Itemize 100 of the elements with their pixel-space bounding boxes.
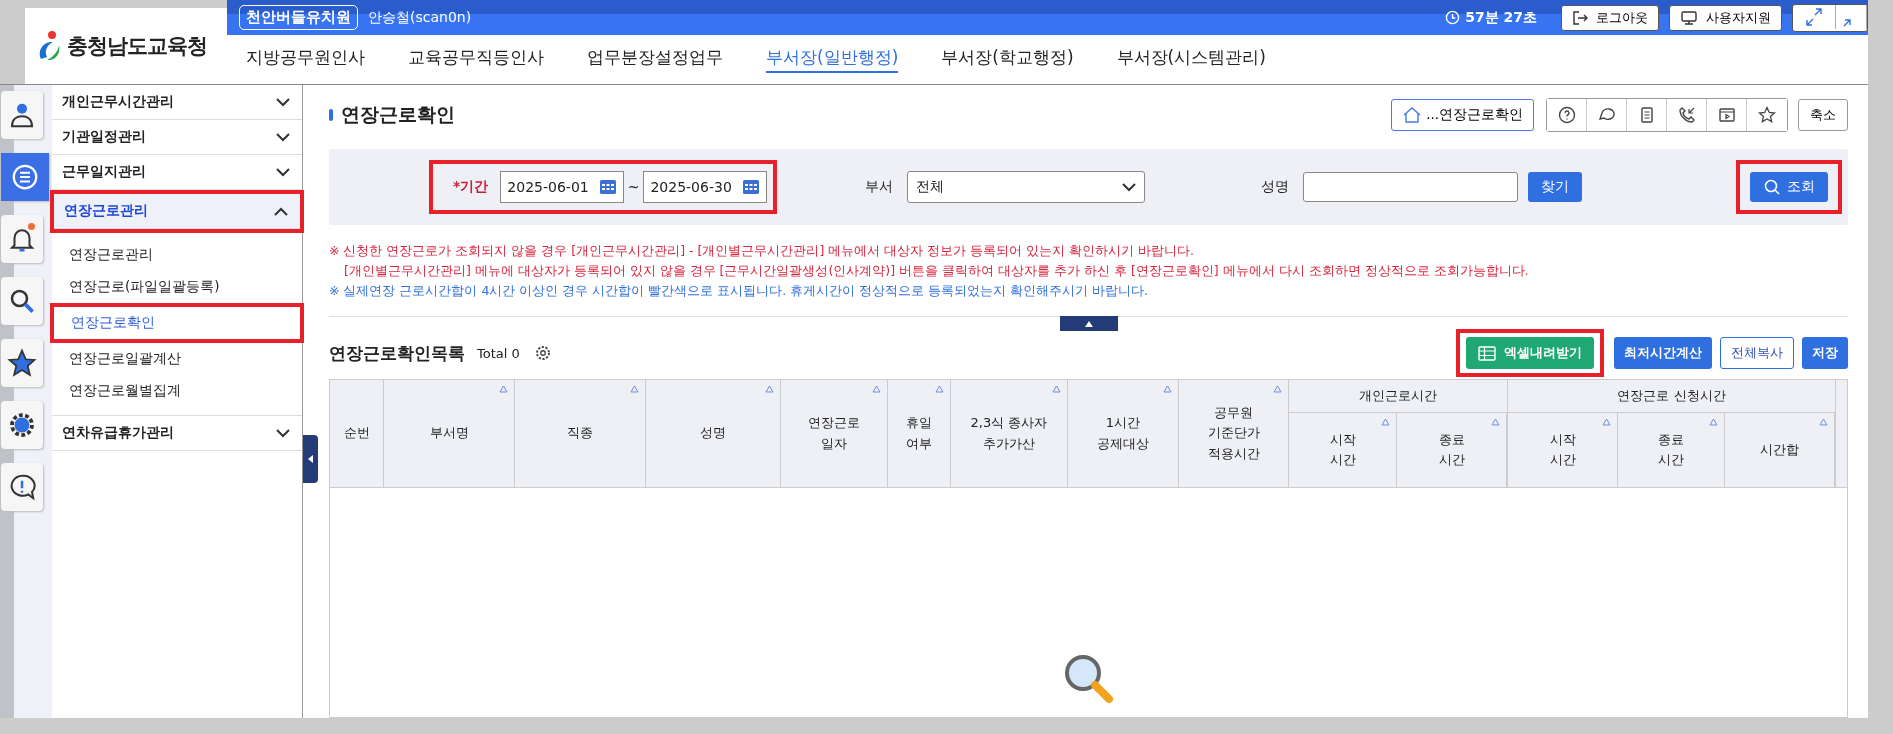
sort-icon[interactable] <box>499 385 508 393</box>
action-button[interactable]: 최저시간계산 <box>1614 337 1712 369</box>
organization-badge: 천안버들유치원 <box>239 5 358 30</box>
sort-icon[interactable] <box>765 385 774 393</box>
period-label: *기간 <box>453 178 489 196</box>
nav-tab[interactable]: 교육공무직등인사 <box>408 46 544 73</box>
total-count: Total 0 <box>477 345 520 361</box>
sort-icon[interactable] <box>1052 385 1061 393</box>
menu-item[interactable]: 연장근로관리 <box>52 239 302 271</box>
chevron-down-icon <box>276 428 290 438</box>
sort-icon[interactable] <box>935 385 944 393</box>
nav-tab[interactable]: 업무분장설정업무 <box>587 46 723 73</box>
column-header: 부서명 <box>384 380 515 487</box>
notice-text: ※ 실제연장 근로시간합이 4시간 이상인 경우 시간합이 빨간색으로 표시됩니다. 휴게시간이 정상적으로 등록되었는지 확인해주시기 바랍니다. <box>329 283 1150 300</box>
notice-text: ※ 신청한 연장근로가 조회되지 않을 경우 [개인근무시간관리] - [개인별근무시간관리] 메뉴에서 대상자 정보가 등록되어 있는지 확인하시기 바랍니다. <box>329 243 1196 260</box>
end-date-field[interactable]: 2025-06-30 <box>643 171 767 203</box>
name-label: 성명 <box>1260 178 1289 196</box>
sidebar-icon-button[interactable] <box>1 339 43 387</box>
support-button[interactable]: 사용자지원 <box>1669 4 1782 31</box>
chevron-down-icon <box>276 132 290 142</box>
chevron-down-icon <box>276 167 290 177</box>
table-icon <box>1478 345 1496 361</box>
column-header: 시작 시간 <box>1508 413 1618 487</box>
column-header: 1시간 공제대상 <box>1068 380 1179 487</box>
caret-up-icon <box>1084 320 1093 327</box>
calendar-icon[interactable] <box>598 179 617 195</box>
sort-icon[interactable] <box>1709 418 1718 426</box>
nav-tab[interactable]: 부서장(학교행정) <box>941 46 1074 73</box>
search-button[interactable]: 조회 <box>1750 172 1828 202</box>
department-select[interactable]: 전체 <box>906 171 1145 203</box>
sidebar-icon-button[interactable] <box>1 401 43 449</box>
column-header: 순번 <box>330 380 384 487</box>
start-date-field[interactable]: 2025-06-01 <box>500 171 624 203</box>
sidebar-collapse-handle[interactable] <box>303 435 318 483</box>
sort-icon[interactable] <box>1491 418 1500 426</box>
department-label: 부서 <box>864 178 893 196</box>
sort-icon[interactable] <box>630 385 639 393</box>
star-icon <box>1757 105 1777 125</box>
sort-icon[interactable] <box>1163 385 1172 393</box>
toolbar-button[interactable] <box>1547 99 1587 131</box>
column-header: 2,3식 종사자 추가가산 <box>951 380 1068 487</box>
chevron-down-icon <box>276 97 290 107</box>
settings-icon[interactable] <box>533 344 552 362</box>
home-icon <box>1402 106 1423 124</box>
action-button[interactable]: 저장 <box>1802 337 1848 369</box>
nav-tab[interactable]: 부서장(시스템관리) <box>1116 46 1266 73</box>
nav-tab[interactable]: 지방공무원인사 <box>246 46 365 73</box>
star-icon <box>7 348 37 378</box>
name-field[interactable] <box>1302 172 1518 202</box>
column-header: 직종 <box>515 380 646 487</box>
column-header: 연장근로 일자 <box>781 380 888 487</box>
menu-group[interactable]: 개인근무시간관리 <box>52 85 302 120</box>
page-title: 연장근로확인 <box>341 102 455 127</box>
chevron-up-icon <box>274 206 288 216</box>
calendar-icon[interactable] <box>741 179 760 195</box>
column-header: 시간합 <box>1725 413 1835 487</box>
nav-tab[interactable]: 부서장(일반행정) <box>766 46 899 73</box>
notice-text: [개인별근무시간관리] 메뉴에 대상자가 등록되어 있지 않을 경우 [근무시간일괄생성(인사계약)] 버튼을 클릭하여 대상자를 추가 하신 후 [연장근로확인] 메뉴에서 다시 조회하면 정상적으로 조회가능합니다. <box>343 263 1530 280</box>
find-button[interactable]: 찾기 <box>1527 172 1582 202</box>
menu-item[interactable]: 연장근로월별집계 <box>52 375 302 407</box>
column-header: 공무원 기준단가 적용시간 <box>1179 380 1289 487</box>
list-title: 연장근로확인목록 <box>329 341 465 365</box>
logout-icon <box>1572 9 1588 26</box>
column-group-header: 연장근로 신청시간 <box>1508 380 1835 413</box>
sort-icon[interactable] <box>872 385 881 393</box>
help-icon <box>1556 105 1577 125</box>
column-header: 종료 시간 <box>1618 413 1725 487</box>
menu-group[interactable]: 연장근로관리 <box>54 194 300 229</box>
menu-item[interactable]: 연장근로일괄계산 <box>52 343 302 375</box>
chevron-down-icon <box>1121 182 1136 192</box>
video-icon <box>1716 105 1737 125</box>
menu-item[interactable]: 연장근로확인 <box>54 307 300 339</box>
logo-text: 충청남도교육청 <box>67 33 207 60</box>
menu-group[interactable]: 근무일지관리 <box>52 155 302 190</box>
sort-icon[interactable] <box>1602 418 1611 426</box>
panel-collapse-tab[interactable] <box>1059 316 1118 331</box>
column-header: 성명 <box>646 380 781 487</box>
menu-group[interactable]: 연차유급휴가관리 <box>52 416 302 451</box>
sort-icon[interactable] <box>1381 418 1390 426</box>
sidebar-icon-button[interactable] <box>1 91 43 139</box>
collapse-button[interactable]: 축소 <box>1798 99 1848 131</box>
menu-group[interactable]: 기관일정관리 <box>52 120 302 155</box>
sort-icon[interactable] <box>1273 385 1282 393</box>
clock-icon <box>1445 10 1461 25</box>
user-name: 안승철(scan0n) <box>368 8 473 27</box>
column-header: 시작 시간 <box>1289 413 1397 487</box>
breadcrumb-button[interactable]: ...연장근로확인 <box>1391 99 1534 131</box>
sidebar-icon-button[interactable] <box>1 463 43 511</box>
monitor-icon <box>1680 9 1698 26</box>
session-timer: 57분 27초 <box>1465 8 1537 27</box>
range-separator: ~ <box>627 179 640 195</box>
search-icon <box>1763 178 1781 196</box>
column-header: 종료 시간 <box>1397 413 1507 487</box>
action-button[interactable]: 전체복사 <box>1720 337 1794 369</box>
logout-button[interactable]: 로그아웃 <box>1561 4 1659 31</box>
list-icon <box>10 162 40 192</box>
sidebar-icon-button[interactable] <box>1 277 43 325</box>
sidebar-icon-button[interactable] <box>1 215 43 263</box>
sort-icon[interactable] <box>1819 418 1828 426</box>
menu-item[interactable]: 연장근로(파일일괄등록) <box>52 271 302 303</box>
